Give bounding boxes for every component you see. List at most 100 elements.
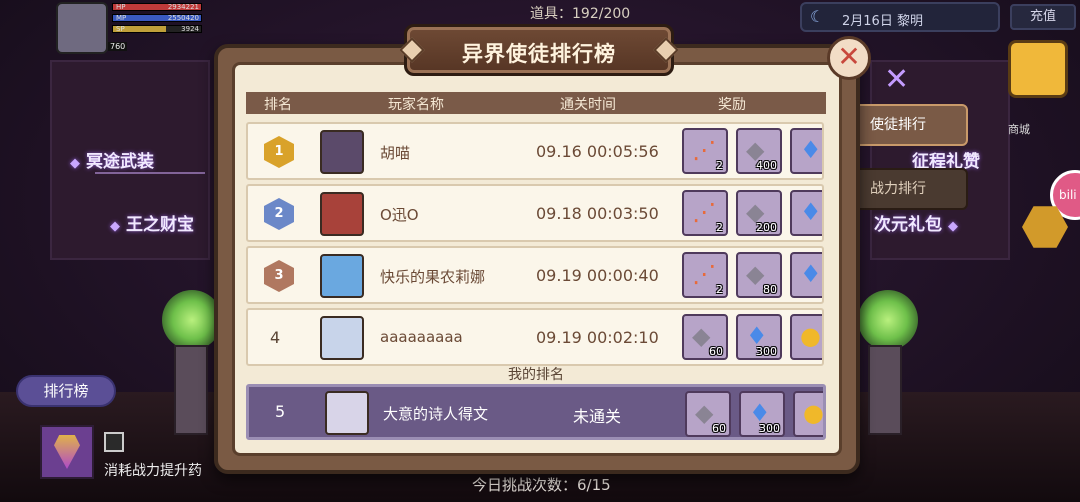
recharge-button[interactable]: 充值 [1010,4,1076,30]
player-avatar[interactable] [320,316,364,360]
player-avatar[interactable] [320,254,364,298]
feather-icon: ⋰ [692,260,716,288]
mp-bar: MP 2550420 [112,14,202,22]
ore-icon: ◆ [692,322,711,350]
green-flame [858,290,918,350]
reward-count: 2 [716,159,723,172]
reward-count: 2 [716,221,723,234]
date-box: ☾ 2月16日 黎明 [800,2,1000,32]
reward-count: 60 [712,422,726,435]
my-player-name: 大意的诗人得文 [383,405,489,423]
table-row[interactable]: 4 aaaaaaaaa 09.19 00:02:10 ◆ 60 ♦ 300 ● [246,308,824,366]
table-header: 排名 玩家名称 通关时间 奖励 [246,92,826,114]
diamond-icon: ♦ [800,260,822,288]
player-avatar[interactable] [320,130,364,174]
green-flame [162,290,222,350]
rank-number: 4 [270,328,281,347]
rank-badge-icon: 3 [264,260,294,292]
player-name: 胡喵 [380,144,411,162]
my-rank-label: 我的排名 [508,367,564,383]
reward-item[interactable]: ♦ 300 [739,391,785,437]
close-x-icon[interactable]: ✕ [884,62,909,97]
moon-icon: ☾ [810,7,825,26]
diamond-icon: ◆ [70,156,80,171]
underline [95,172,205,174]
reward-count: 200 [756,221,777,234]
player-name: O迅O [380,206,419,224]
apple-icon: ● [800,322,821,350]
consume-checkbox[interactable] [104,432,124,452]
reward-item[interactable]: ♦4 [790,252,822,298]
table-row[interactable]: 3快乐的果农莉娜09.19 00:00:40⋰2◆80♦4 [246,246,824,304]
clear-time: 09.19 00:02:10 [536,328,659,347]
reward-item[interactable]: ● [793,391,824,437]
header-player: 玩家名称 [388,97,444,113]
tab-power-rank[interactable]: 战力排行 [858,168,968,210]
pillar [868,345,902,435]
leaderboard-button[interactable]: 排行榜 [16,375,116,407]
menu-dimension-pack[interactable]: 次元礼包 ◆ [874,210,964,235]
sp-bar: SP 3924 [112,25,202,33]
reward-count: 80 [763,283,777,296]
reward-item[interactable]: ● [790,314,822,360]
diamond-icon: ◆ [948,219,958,234]
player-level: 760 [108,42,128,51]
tab-apostle-rank[interactable]: 使徒排行 [858,104,968,146]
table-row[interactable]: 1胡喵09.16 00:05:56⋰2◆400♦6 [246,122,824,180]
menu-king-treasure[interactable]: ◆ 王之财宝 [110,210,194,235]
player-avatar[interactable] [56,2,108,54]
items-count: 道具：192/200 [530,6,631,22]
clear-time: 09.18 00:03:50 [536,204,659,223]
reward-item[interactable]: ♦5 [790,190,822,236]
menu-netherworld-armor[interactable]: ◆ 冥途武装 [70,147,154,172]
reward-item[interactable]: ⋰ 2 [682,128,728,174]
reward-item[interactable]: ♦ 300 [736,314,782,360]
feather-icon: ⋰ [692,136,716,164]
rank-badge-icon: 2 [264,198,294,230]
reward-item[interactable]: ♦6 [790,128,822,174]
player-avatar[interactable] [320,192,364,236]
reward-item[interactable]: ⋰ 2 [682,252,728,298]
my-avatar[interactable] [325,391,369,435]
ore-icon: ◆ [746,260,765,288]
potion-icon [54,435,80,469]
date-text: 2月16日 黎明 [842,14,923,29]
reward-item[interactable]: ◆ 60 [682,314,728,360]
reward-item[interactable]: ◆ 400 [736,128,782,174]
header-time: 通关时间 [560,97,616,113]
feather-icon: ⋰ [692,198,716,226]
reward-count: 400 [756,159,777,172]
reward-count: 60 [709,345,723,358]
player-name: 快乐的果农莉娜 [380,268,486,286]
table-row[interactable]: 2O迅O09.18 00:03:50⋰2◆200♦5 [246,184,824,242]
player-name: aaaaaaaaa [380,328,463,346]
apple-icon: ● [803,399,824,427]
clear-time: 09.16 00:05:56 [536,142,659,161]
reward-item[interactable]: ◆ 60 [685,391,731,437]
close-icon[interactable]: ✕ [827,36,871,80]
diamond-icon: ◆ [110,219,120,234]
ore-icon: ◆ [695,399,714,427]
reward-count: 300 [759,422,780,435]
diamond-icon: ♦ [800,198,822,226]
my-rank-number: 5 [275,402,286,421]
pillar [174,345,208,435]
reward-item[interactable]: ◆ 80 [736,252,782,298]
header-reward: 奖励 [718,97,746,113]
rank-badge-icon: 1 [264,136,294,168]
reward-item[interactable]: ◆ 200 [736,190,782,236]
diamond-icon: ♦ [800,136,822,164]
player-hud: HP 2934221 MP 2550420 SP 3924 760 [0,0,235,56]
reward-count: 300 [756,345,777,358]
reward-item[interactable]: ⋰ 2 [682,190,728,236]
modal-title-banner: 异界使徒排行榜 [399,24,679,76]
reward-count: 2 [716,283,723,296]
clear-time: 09.19 00:00:40 [536,266,659,285]
shop-label: 商城 [1008,123,1030,136]
consume-label: 消耗战力提升药 [104,463,202,479]
potion-item[interactable] [40,425,94,479]
shop-icon[interactable] [1008,40,1068,98]
modal-title: 异界使徒排行榜 [462,42,616,66]
my-rank-row[interactable]: 5 大意的诗人得文 未通关 ◆ 60 ♦ 300 ● [246,384,826,440]
hp-bar: HP 2934221 [112,3,202,11]
